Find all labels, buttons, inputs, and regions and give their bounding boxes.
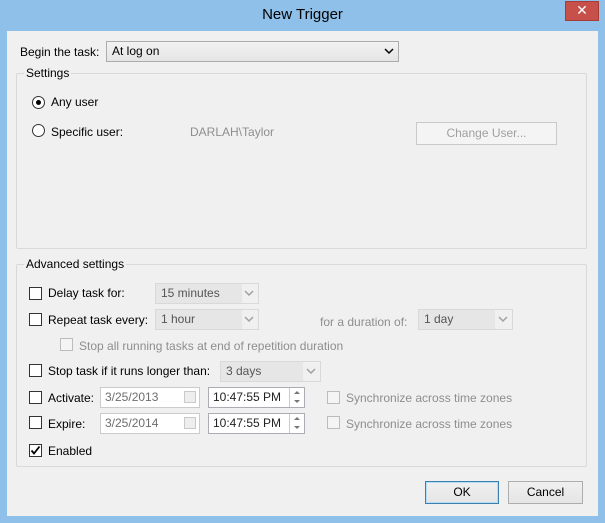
calendar-icon[interactable] [184, 417, 196, 429]
expire-time-value: 10:47:55 PM [213, 416, 282, 430]
repeat-task-combobox[interactable]: 1 hour [155, 309, 259, 330]
close-button[interactable]: ✕ [565, 1, 599, 21]
activate-sync-label: Synchronize across time zones [346, 391, 513, 405]
activate-label: Activate: [48, 391, 95, 405]
enabled-label: Enabled [48, 444, 93, 458]
activate-checkbox[interactable] [29, 391, 42, 404]
duration-label: for a duration of: [320, 315, 408, 329]
delay-task-label: Delay task for: [48, 286, 125, 300]
expire-time-spinner[interactable] [289, 414, 304, 433]
delay-task-value: 15 minutes [161, 286, 220, 300]
advanced-settings-legend: Advanced settings [24, 257, 127, 271]
stop-if-longer-combobox[interactable]: 3 days [220, 361, 321, 382]
stop-if-longer-label: Stop task if it runs longer than: [48, 364, 211, 378]
dialog-title: New Trigger [262, 6, 343, 23]
delay-task-checkbox[interactable] [29, 287, 42, 300]
expire-time-field[interactable]: 10:47:55 PM [208, 413, 305, 434]
stop-running-tasks-label: Stop all running tasks at end of repetit… [79, 339, 344, 353]
cancel-button[interactable]: Cancel [508, 481, 583, 504]
activate-time-value: 10:47:55 PM [213, 390, 282, 404]
expire-checkbox[interactable] [29, 416, 42, 429]
chevron-down-icon [244, 316, 254, 323]
spin-up-icon[interactable] [290, 414, 304, 423]
any-user-radio[interactable] [32, 96, 45, 109]
enabled-checkbox[interactable] [29, 444, 42, 457]
dialog-window: New Trigger ✕ Begin the task: At log on … [0, 0, 605, 523]
expire-sync-label: Synchronize across time zones [346, 417, 513, 431]
duration-value: 1 day [424, 312, 454, 326]
stop-if-longer-checkbox[interactable] [29, 364, 42, 377]
activate-sync-checkbox[interactable] [327, 391, 340, 404]
expire-sync-checkbox[interactable] [327, 416, 340, 429]
expire-date-picker[interactable]: 3/25/2014 [100, 413, 200, 434]
activate-date-value: 3/25/2013 [105, 390, 159, 404]
repeat-task-checkbox[interactable] [29, 313, 42, 326]
close-icon: ✕ [576, 2, 588, 18]
activate-time-field[interactable]: 10:47:55 PM [208, 387, 305, 408]
spin-up-icon[interactable] [290, 388, 304, 397]
chevron-down-icon [244, 290, 254, 297]
delay-task-combobox[interactable]: 15 minutes [155, 283, 259, 304]
calendar-icon[interactable] [184, 391, 196, 403]
radio-selected-dot [36, 100, 41, 105]
specific-user-label: Specific user: [51, 125, 124, 139]
chevron-down-icon [306, 368, 316, 375]
begin-task-label: Begin the task: [20, 45, 100, 59]
settings-legend: Settings [24, 66, 72, 80]
repeat-task-label: Repeat task every: [48, 313, 149, 327]
stop-running-tasks-checkbox[interactable] [60, 338, 73, 351]
chevron-down-icon [384, 48, 394, 55]
change-user-button[interactable]: Change User... [416, 122, 557, 145]
title-bar[interactable]: New Trigger ✕ [0, 0, 605, 31]
repeat-task-value: 1 hour [161, 312, 196, 326]
spin-down-icon[interactable] [290, 397, 304, 406]
user-value: DARLAH\Taylor [190, 125, 275, 139]
any-user-label: Any user [51, 95, 99, 109]
stop-if-longer-value: 3 days [226, 364, 262, 378]
checkmark-icon [30, 445, 41, 455]
activate-date-picker[interactable]: 3/25/2013 [100, 387, 200, 408]
settings-group [16, 73, 587, 249]
spin-down-icon[interactable] [290, 423, 304, 432]
expire-label: Expire: [48, 417, 86, 431]
expire-date-value: 3/25/2014 [105, 416, 159, 430]
begin-task-combobox[interactable]: At log on [106, 41, 399, 62]
specific-user-radio[interactable] [32, 124, 45, 137]
ok-button[interactable]: OK [425, 481, 499, 504]
activate-time-spinner[interactable] [289, 388, 304, 407]
begin-task-value: At log on [112, 44, 160, 58]
dialog-client-area: Begin the task: At log on Settings Any u… [7, 31, 598, 516]
chevron-down-icon [498, 316, 508, 323]
duration-combobox[interactable]: 1 day [418, 309, 513, 330]
